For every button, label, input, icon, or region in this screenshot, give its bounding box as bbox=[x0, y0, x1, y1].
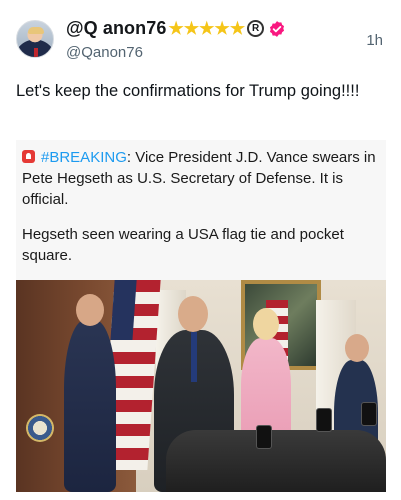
photo-phone bbox=[256, 425, 272, 449]
swearing-in-photo[interactable] bbox=[16, 280, 386, 492]
photo-crowd bbox=[166, 430, 386, 492]
quote-paragraph: Hegseth seen wearing a USA flag tie and … bbox=[22, 226, 344, 264]
siren-icon bbox=[22, 150, 35, 163]
avatar[interactable] bbox=[16, 20, 54, 58]
tweet-header: @Q anon76 ★ ★ ★ ★ ★ R @Qanon76 1h bbox=[16, 18, 387, 66]
photo-person-vance bbox=[64, 294, 116, 492]
avatar-hair bbox=[28, 27, 44, 34]
person-head bbox=[253, 308, 279, 340]
star-emojis: ★ ★ ★ ★ ★ bbox=[168, 20, 245, 37]
person-head bbox=[178, 296, 208, 332]
flag-canton bbox=[110, 280, 137, 340]
display-name[interactable]: @Q anon76 bbox=[66, 18, 166, 39]
quote-text: #BREAKING: Vice President J.D. Vance swe… bbox=[22, 147, 384, 266]
star-icon: ★ bbox=[168, 19, 184, 38]
quoted-content[interactable]: #BREAKING: Vice President J.D. Vance swe… bbox=[16, 140, 386, 492]
user-handle[interactable]: @Qanon76 bbox=[66, 44, 143, 61]
avatar-tie bbox=[34, 48, 38, 57]
photo-phone bbox=[361, 402, 377, 426]
vice-president-seal bbox=[26, 414, 54, 442]
person-head bbox=[345, 334, 369, 362]
photo-phone bbox=[316, 408, 332, 432]
star-icon: ★ bbox=[229, 19, 246, 38]
verified-badge-icon bbox=[270, 20, 285, 37]
registered-icon: R bbox=[247, 20, 265, 37]
hashtag-link[interactable]: #BREAKING bbox=[41, 149, 127, 166]
star-icon: ★ bbox=[199, 19, 215, 38]
tweet-text: Let's keep the confirmations for Trump g… bbox=[16, 82, 360, 100]
timestamp[interactable]: 1h bbox=[366, 32, 383, 49]
star-icon: ★ bbox=[214, 19, 230, 38]
display-name-row[interactable]: @Q anon76 ★ ★ ★ ★ ★ R bbox=[66, 18, 286, 39]
person-head bbox=[76, 294, 104, 326]
star-icon: ★ bbox=[183, 19, 200, 38]
flag-tie bbox=[191, 332, 197, 382]
